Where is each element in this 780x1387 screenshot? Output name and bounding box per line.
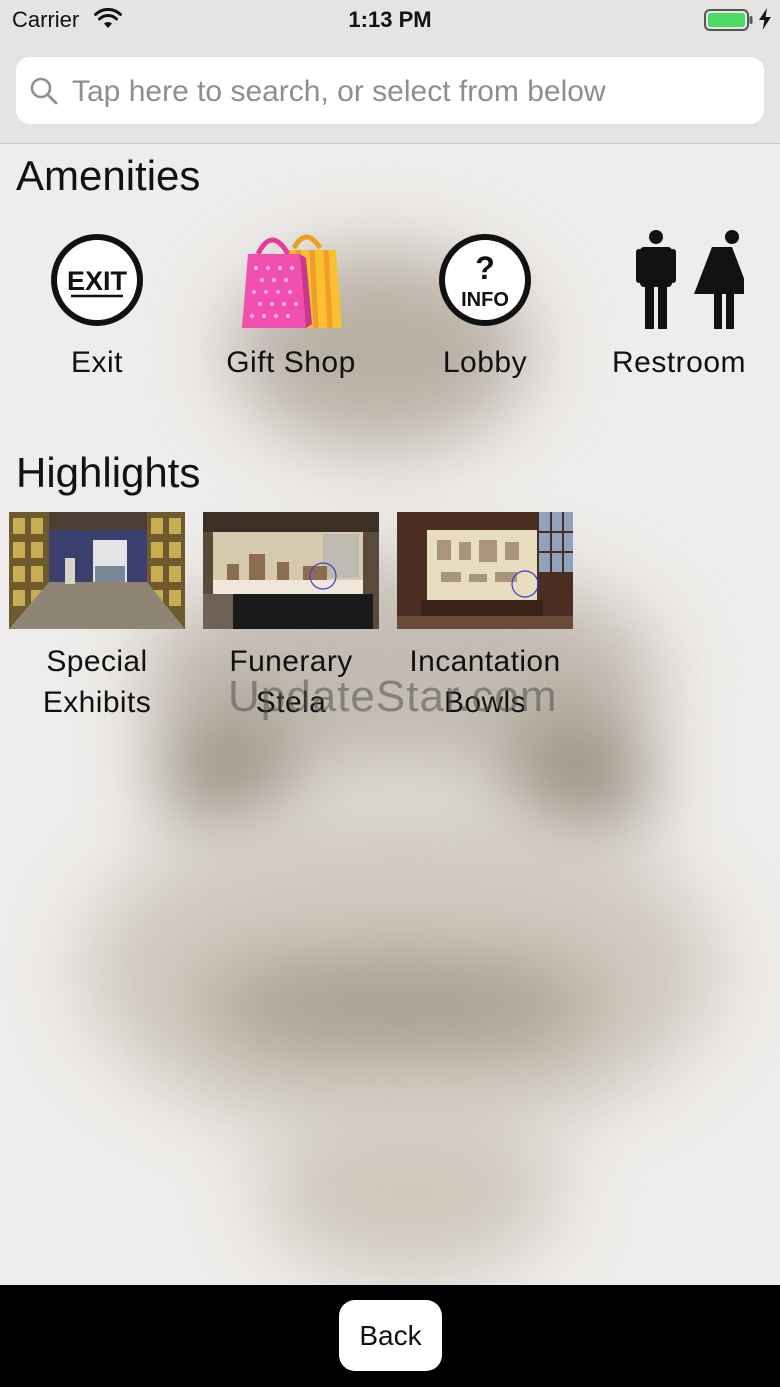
exit-sign-icon: EXIT <box>0 228 194 332</box>
svg-text:INFO: INFO <box>461 289 509 311</box>
highlight-label-special-exhibits: Special Exhibits <box>0 641 194 723</box>
back-button[interactable]: Back <box>339 1300 442 1371</box>
amenity-label-exit: Exit <box>70 346 123 379</box>
charging-bolt-icon <box>758 8 772 35</box>
watermark: UpdateStar.com <box>228 672 558 721</box>
amenity-restroom[interactable]: Restroom <box>582 228 776 380</box>
search-input[interactable] <box>70 57 754 126</box>
amenity-gift-shop[interactable]: Gift Shop <box>194 228 388 380</box>
svg-text:?: ? <box>475 250 495 286</box>
amenities-heading: Amenities <box>16 152 201 199</box>
highlight-special-exhibits[interactable]: Special Exhibits <box>9 512 185 723</box>
funerary-stela-photo <box>203 512 379 629</box>
battery-icon <box>704 8 754 37</box>
search-field[interactable] <box>16 57 764 126</box>
shopping-bags-icon <box>194 228 388 332</box>
amenity-label-restroom: Restroom <box>611 346 747 379</box>
highlights-heading: Highlights <box>16 449 201 496</box>
status-bar: Carrier 1:13 PM <box>0 0 780 40</box>
special-exhibits-photo <box>9 512 185 629</box>
search-icon <box>30 77 58 110</box>
label-line: Exhibits <box>42 686 152 719</box>
amenity-label-gift-shop: Gift Shop <box>226 346 356 379</box>
svg-text:EXIT: EXIT <box>67 266 128 296</box>
bottom-toolbar: Back <box>0 1285 780 1387</box>
clock: 1:13 PM <box>348 7 432 32</box>
search-bar <box>0 40 780 144</box>
info-icon: ? INFO <box>388 228 582 332</box>
restroom-icon <box>582 228 776 332</box>
incantation-bowls-photo <box>397 512 573 629</box>
label-line: Special <box>46 645 148 678</box>
amenity-lobby[interactable]: ? INFO Lobby <box>388 228 582 380</box>
amenity-label-lobby: Lobby <box>442 346 528 379</box>
amenity-exit[interactable]: EXIT Exit <box>0 228 194 380</box>
